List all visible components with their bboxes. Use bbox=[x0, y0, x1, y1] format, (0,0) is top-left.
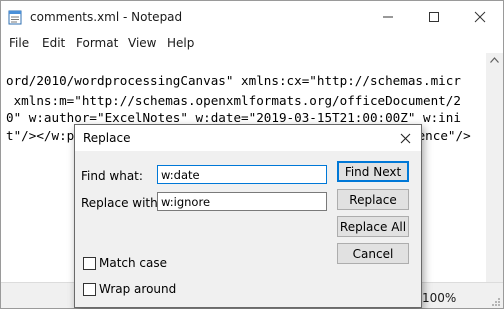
match-case-label[interactable]: Match case bbox=[99, 256, 167, 270]
menu-edit[interactable]: Edit bbox=[42, 36, 65, 50]
replace-with-input[interactable] bbox=[157, 192, 327, 211]
minimize-icon bbox=[383, 16, 393, 18]
menu-view[interactable]: View bbox=[128, 36, 156, 50]
dialog-title: Replace bbox=[83, 131, 131, 145]
menu-bar: File Edit Format View Help bbox=[1, 33, 503, 53]
wrap-around-checkbox[interactable] bbox=[83, 283, 96, 296]
close-icon bbox=[474, 11, 486, 23]
cancel-button[interactable]: Cancel bbox=[337, 243, 409, 264]
replace-button[interactable]: Replace bbox=[337, 189, 409, 210]
title-bar[interactable]: comments.xml - Notepad bbox=[1, 1, 503, 33]
maximize-icon bbox=[429, 12, 439, 22]
close-icon bbox=[400, 133, 410, 143]
maximize-button[interactable] bbox=[411, 1, 457, 33]
scroll-up-icon[interactable] bbox=[490, 57, 499, 63]
text-line: t"/></w:p bbox=[6, 128, 75, 143]
dialog-title-bar[interactable]: Replace bbox=[75, 125, 421, 151]
wrap-around-label[interactable]: Wrap around bbox=[99, 282, 176, 296]
menu-format[interactable]: Format bbox=[76, 36, 118, 50]
find-next-button[interactable]: Find Next bbox=[337, 161, 409, 182]
vertical-scrollbar[interactable] bbox=[486, 53, 503, 288]
find-what-input[interactable] bbox=[157, 165, 327, 184]
window-title: comments.xml - Notepad bbox=[30, 10, 183, 24]
text-line: xmlns:m="http://schemas.openxmlformats.o… bbox=[6, 93, 461, 108]
match-case-checkbox[interactable] bbox=[83, 257, 96, 270]
minimize-button[interactable] bbox=[365, 1, 411, 33]
zoom-level: 100% bbox=[422, 291, 457, 305]
notepad-icon bbox=[8, 10, 22, 25]
text-line: ord/2010/wordprocessingCanvas" xmlns:cx=… bbox=[6, 73, 461, 88]
resize-grip-icon[interactable] bbox=[491, 297, 501, 307]
find-what-label: Find what: bbox=[81, 169, 143, 183]
replace-dialog: Replace Find what: Replace with: Find Ne… bbox=[74, 124, 422, 308]
menu-help[interactable]: Help bbox=[167, 36, 194, 50]
close-button[interactable] bbox=[457, 1, 503, 33]
replace-with-label: Replace with: bbox=[81, 196, 162, 210]
replace-all-button[interactable]: Replace All bbox=[337, 216, 409, 237]
dialog-close-button[interactable] bbox=[395, 128, 415, 148]
menu-file[interactable]: File bbox=[9, 36, 29, 50]
